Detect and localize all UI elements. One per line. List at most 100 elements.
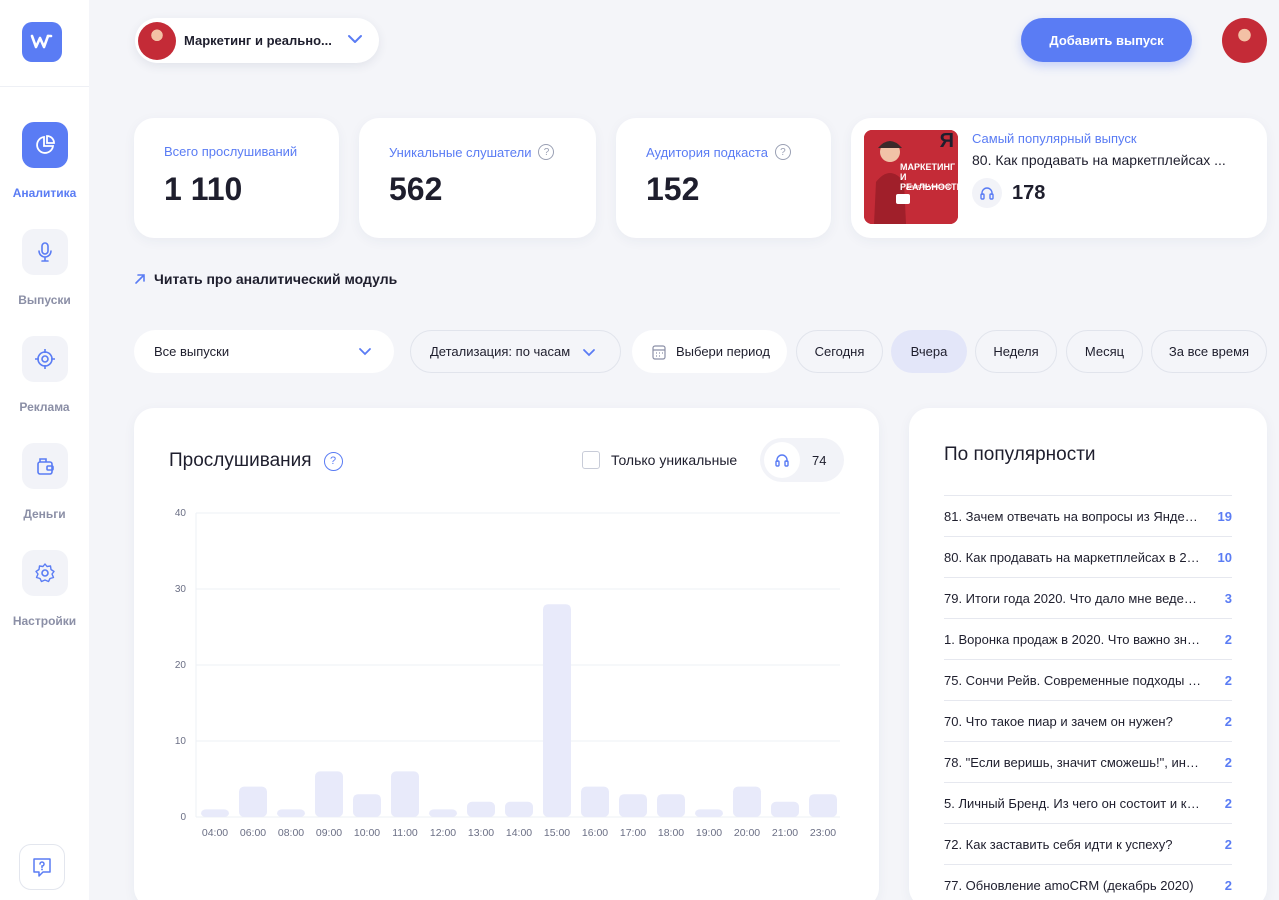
popular-episode-title[interactable]: 80. Как продавать на маркетплейсах ... bbox=[972, 152, 1252, 168]
x-tick-label: 08:00 bbox=[278, 827, 304, 839]
x-tick-label: 20:00 bbox=[734, 827, 760, 839]
help-icon[interactable]: ? bbox=[774, 144, 791, 160]
episode-title: 72. Как заставить себя идти к успеху? bbox=[944, 836, 1173, 852]
chevron-down-icon bbox=[348, 35, 362, 43]
arrow-up-right-icon bbox=[135, 274, 145, 284]
list-item[interactable]: 79. Итоги года 2020. Что дало мне ведени… bbox=[944, 577, 1232, 618]
add-episode-button[interactable]: Добавить выпуск bbox=[1021, 18, 1192, 62]
chart-bar[interactable] bbox=[809, 794, 837, 817]
x-tick-label: 19:00 bbox=[696, 827, 722, 839]
list-item[interactable]: 72. Как заставить себя идти к успеху? 2 bbox=[944, 823, 1232, 864]
total-listens-card: Всего прослушиваний 1 110 bbox=[134, 118, 339, 238]
help-icon[interactable]: ? bbox=[538, 144, 555, 160]
list-item[interactable]: 1. Воронка продаж в 2020. Что важно знат… bbox=[944, 618, 1232, 659]
episode-title: 79. Итоги года 2020. Что дало мне ведени… bbox=[944, 590, 1202, 606]
range-all-time[interactable]: За все время bbox=[1151, 330, 1267, 373]
episode-title: 75. Сончи Рейв. Современные подходы к ма… bbox=[944, 672, 1202, 688]
sidebar-item-money[interactable]: Деньги bbox=[0, 443, 89, 521]
list-item[interactable]: 77. Обновление amoCRM (декабрь 2020) 2 bbox=[944, 864, 1232, 900]
chart-bar[interactable] bbox=[771, 801, 799, 817]
chart-bar[interactable] bbox=[429, 809, 457, 817]
chart-bar[interactable] bbox=[733, 786, 761, 817]
range-month[interactable]: Месяц bbox=[1066, 330, 1143, 373]
read-analytics-link[interactable]: Читать про аналитический модуль bbox=[134, 271, 397, 287]
chart-bar[interactable] bbox=[239, 786, 267, 817]
sidebar-item-label: Деньги bbox=[23, 507, 66, 521]
chart-bar[interactable] bbox=[619, 794, 647, 817]
chart-bar[interactable] bbox=[391, 771, 419, 817]
sidebar-item-label: Выпуски bbox=[18, 293, 71, 307]
x-tick-label: 21:00 bbox=[772, 827, 798, 839]
episode-listen-count: 2 bbox=[1224, 754, 1232, 770]
chart-bar[interactable] bbox=[353, 794, 381, 817]
episode-listen-count: 10 bbox=[1217, 549, 1232, 565]
unique-listeners-value: 562 bbox=[389, 171, 443, 207]
y-tick-label: 40 bbox=[175, 508, 187, 519]
range-week[interactable]: Неделя bbox=[975, 330, 1057, 373]
chart-bar[interactable] bbox=[695, 809, 723, 817]
sidebar-item-label: Реклама bbox=[19, 400, 70, 414]
episodes-filter[interactable]: Все выпуски bbox=[134, 330, 394, 373]
x-tick-label: 13:00 bbox=[468, 827, 494, 839]
range-yesterday[interactable]: Вчера bbox=[891, 330, 967, 373]
chart-bar[interactable] bbox=[581, 786, 609, 817]
calendar-icon bbox=[652, 344, 666, 360]
x-tick-label: 11:00 bbox=[392, 827, 418, 839]
chart-bar[interactable] bbox=[657, 794, 685, 817]
unique-listeners-card: Уникальные слушатели? 562 bbox=[359, 118, 596, 238]
sidebar-item-ads[interactable]: Реклама bbox=[0, 336, 89, 414]
sidebar: Аналитика Выпуски Реклама Деньги Настрой… bbox=[0, 0, 89, 900]
target-icon bbox=[21, 336, 68, 382]
episode-listen-count: 2 bbox=[1224, 631, 1232, 647]
period-picker[interactable]: Выбери период bbox=[632, 330, 787, 373]
help-button[interactable] bbox=[19, 844, 65, 890]
chart-bar[interactable] bbox=[201, 809, 229, 817]
chart-bar[interactable] bbox=[467, 801, 495, 817]
range-today[interactable]: Сегодня bbox=[796, 330, 883, 373]
y-tick-label: 0 bbox=[180, 812, 186, 823]
pie-chart-icon bbox=[21, 122, 68, 168]
headphones-icon bbox=[972, 178, 1002, 208]
popularity-list: 81. Зачем отвечать на вопросы из Яндекс.… bbox=[944, 495, 1232, 900]
sidebar-item-episodes[interactable]: Выпуски bbox=[0, 229, 89, 307]
podcast-selector[interactable]: Маркетинг и реально... bbox=[135, 18, 379, 63]
sidebar-item-analytics[interactable]: Аналитика bbox=[0, 122, 89, 200]
unique-listeners-label: Уникальные слушатели? bbox=[389, 144, 555, 160]
user-avatar[interactable] bbox=[1222, 18, 1267, 63]
total-listens-value: 1 110 bbox=[164, 171, 243, 207]
app-logo[interactable] bbox=[22, 22, 62, 62]
chevron-down-icon bbox=[359, 348, 371, 356]
chart-bar[interactable] bbox=[277, 809, 305, 817]
sidebar-item-label: Аналитика bbox=[12, 186, 77, 200]
chart-bar[interactable] bbox=[505, 801, 533, 817]
chart-bar[interactable] bbox=[315, 771, 343, 817]
listens-bar-chart: 0 10 20 30 40 04:00 06:00 08:00 09:00 10:00 11:00 1… bbox=[175, 508, 840, 839]
episode-listen-count: 2 bbox=[1224, 672, 1232, 688]
cover-author: Денисов Александр bbox=[906, 184, 953, 190]
list-item[interactable]: 75. Сончи Рейв. Современные подходы к ма… bbox=[944, 659, 1232, 700]
y-tick-label: 10 bbox=[175, 736, 187, 747]
podcast-avatar bbox=[138, 21, 176, 60]
list-item[interactable]: 80. Как продавать на маркетплейсах в 202… bbox=[944, 536, 1232, 577]
popular-episode-card[interactable]: Я МАРКЕТИНГ И РЕАЛЬНОСТЬ Денисов Алексан… bbox=[851, 118, 1267, 238]
episode-title: 81. Зачем отвечать на вопросы из Яндекс.… bbox=[944, 508, 1202, 524]
sidebar-item-settings[interactable]: Настройки bbox=[0, 550, 89, 628]
list-item[interactable]: 70. Что такое пиар и зачем он нужен? 2 bbox=[944, 700, 1232, 741]
y-tick-label: 30 bbox=[175, 584, 187, 595]
episode-title: 1. Воронка продаж в 2020. Что важно знат… bbox=[944, 631, 1202, 647]
x-tick-label: 10:00 bbox=[354, 827, 380, 839]
episode-listen-count: 3 bbox=[1224, 590, 1232, 606]
popular-episode-listens: 178 bbox=[972, 178, 1045, 208]
x-tick-label: 06:00 bbox=[240, 827, 266, 839]
chevron-down-icon bbox=[583, 349, 595, 357]
x-tick-label: 12:00 bbox=[430, 827, 456, 839]
chart-bar[interactable] bbox=[543, 604, 571, 817]
list-item[interactable]: 5. Личный Бренд. Из чего он состоит и ка… bbox=[944, 782, 1232, 823]
sidebar-divider bbox=[0, 86, 89, 87]
episode-listen-count: 2 bbox=[1224, 713, 1232, 729]
detail-filter[interactable]: Детализация: по часам bbox=[410, 330, 621, 373]
audience-card: Аудитория подкаста? 152 bbox=[616, 118, 831, 238]
list-item[interactable]: 78. "Если веришь, значит сможешь!", инте… bbox=[944, 741, 1232, 782]
list-item[interactable]: 81. Зачем отвечать на вопросы из Яндекс.… bbox=[944, 495, 1232, 536]
audience-value: 152 bbox=[646, 171, 700, 207]
